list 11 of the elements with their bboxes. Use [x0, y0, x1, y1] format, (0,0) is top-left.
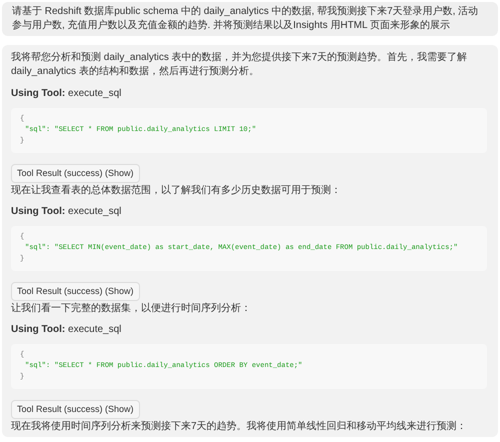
assistant-message-text: 让我们看一下完整的数据集，以便进行时间序列分析：: [11, 302, 252, 316]
tool-result-toggle-button[interactable]: Tool Result (success) (Show): [11, 164, 140, 183]
tool-result-toggle-button[interactable]: Tool Result (success) (Show): [11, 282, 140, 301]
tool-usage-label: Using Tool: execute_sql: [11, 323, 122, 337]
assistant-message-text: 现在让我查看表的总体数据范围，以了解我们有多少历史数据可用于预测：: [11, 184, 342, 198]
user-message-text: 请基于 Redshift 数据库public schema 中的 daily_analytics 中的数据, 帮我预测接下来7天登录用户数, 活动参与用户数, 充值用户数以及充值金额的趋势. 并将预测结果以及Insights 用HTML 页面来形象的展示: [12, 5, 480, 33]
assistant-message-text: 我将帮您分析和预测 daily_analytics 表中的数据，并为您提供接下来7天的预测趋势。首先，我需要了解 daily_analytics 表的结构和数据，然后再进行预测分析。: [11, 51, 468, 79]
tool-usage-label: Using Tool: execute_sql: [11, 87, 122, 101]
assistant-message-text: 现在我将使用时间序列分析来预测接下来7天的趋势。我将使用简单线性回归和移动平均线来进行预测：: [11, 420, 468, 434]
tool-usage-label: Using Tool: execute_sql: [11, 205, 122, 219]
tool-result-toggle-button[interactable]: Tool Result (success) (Show): [11, 400, 140, 419]
